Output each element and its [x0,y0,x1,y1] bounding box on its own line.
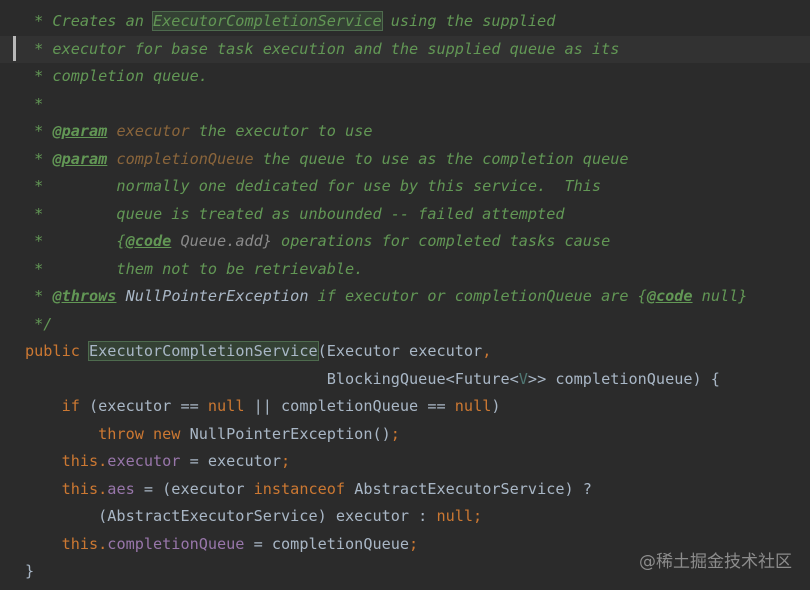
code-token: = (executor [134,479,254,498]
code-token: (Executor executor [317,342,483,360]
code-line[interactable]: * {@code Queue.add} operations for compl… [25,228,810,256]
code-token: @param [52,149,108,168]
code-token: ; [390,424,400,443]
code-line[interactable]: BlockingQueue<Future<V>> completionQueue… [25,366,810,394]
code-line[interactable]: * @param executor the executor to use [25,118,810,146]
code-line[interactable]: this.executor = executor; [25,448,810,476]
code-token: * [25,287,53,305]
code-token: null [454,397,492,415]
code-token: (executor == [89,397,208,415]
code-line[interactable]: throw new NullPointerException(); [25,421,810,449]
code-token: if [61,397,90,415]
code-token: * completion queue. [25,67,208,85]
code-token: = executor [180,452,282,470]
code-token: this. [61,452,108,470]
code-token: if executor or completionQueue are { [308,287,647,305]
code-line[interactable]: * completion queue. [25,63,810,91]
code-token: * Creates an [25,12,154,30]
code-line[interactable]: * Creates an ExecutorCompletionService u… [25,8,810,36]
code-token: Queue.add} [171,232,272,250]
code-line[interactable]: public ExecutorCompletionService(Executo… [25,338,810,366]
code-token: * normally one dedicated for use by this… [25,177,602,195]
code-token: the executor to use [189,122,373,140]
code-token: * [25,94,44,113]
code-line[interactable]: * @throws NullPointerException if execut… [25,283,810,311]
code-token: completionQueue [107,149,254,168]
code-token: instanceof [253,479,355,498]
code-token: * [25,122,53,140]
code-token: executor [107,452,181,470]
code-line[interactable]: * normally one dedicated for use by this… [25,173,810,201]
code-token: || completionQueue == [253,397,455,415]
code-line[interactable]: (AbstractExecutorService) executor : nul… [25,503,810,531]
code-token: * them not to be retrievable. [25,259,364,278]
code-token: @throws [52,287,117,305]
code-token: ExecutorCompletionService [152,11,383,31]
code-editor[interactable]: * Creates an ExecutorCompletionService u… [0,0,810,590]
code-token: * [25,149,53,168]
code-token: >> completionQueue) { [527,369,720,388]
code-token: this. [61,479,108,498]
code-token: * queue is treated as unbounded -- faile… [25,204,565,223]
code-token: , [482,342,492,360]
code-token: = completionQueue [244,534,410,553]
code-token: operations for completed tasks cause [271,232,611,250]
code-token: AbstractExecutorService) ? [354,479,592,498]
code-token: this. [61,534,108,553]
code-line[interactable]: * executor for base task execution and t… [25,36,810,64]
code-token: using the supplied [381,12,556,30]
code-line[interactable]: * [25,91,810,119]
code-token: completionQueue [107,534,245,553]
code-token: V [518,369,528,388]
code-token: the queue to use as the completion queue [253,149,629,168]
code-line[interactable]: * them not to be retrievable. [25,256,810,284]
code-token: aes [107,479,135,498]
code-token: throw new [98,424,190,443]
code-line[interactable]: * @param completionQueue the queue to us… [25,146,810,174]
text-cursor-marker [13,36,16,61]
code-token: * { [25,232,126,250]
code-token: */ [25,314,53,333]
watermark-text: @稀土掘金技术社区 [639,552,792,572]
code-token: ; [409,534,419,553]
code-token: null; [436,507,483,525]
code-token: } [25,562,35,580]
code-token: ) [491,397,501,415]
code-token: BlockingQueue<Future< [25,369,519,388]
code-token: * executor for base task execution and t… [25,39,620,58]
code-token: ; [281,452,291,470]
code-token: public [25,342,90,360]
code-token: @code [646,287,693,305]
code-line[interactable]: if (executor == null || completionQueue … [25,393,810,421]
code-line[interactable]: this.aes = (executor instanceof Abstract… [25,476,810,504]
code-token: (AbstractExecutorService) executor : [25,507,437,525]
code-line[interactable]: */ [25,311,810,339]
code-token: NullPointerException() [189,424,391,443]
code-token: null} [692,287,748,305]
code-token: NullPointerException [116,287,309,305]
code-line[interactable]: * queue is treated as unbounded -- faile… [25,201,810,229]
code-token: @param [52,122,108,140]
code-token: executor [107,122,190,140]
code-token: ExecutorCompletionService [88,341,319,361]
code-area[interactable]: * Creates an ExecutorCompletionService u… [25,8,810,586]
code-token: null [207,397,254,415]
code-token: @code [125,232,172,250]
